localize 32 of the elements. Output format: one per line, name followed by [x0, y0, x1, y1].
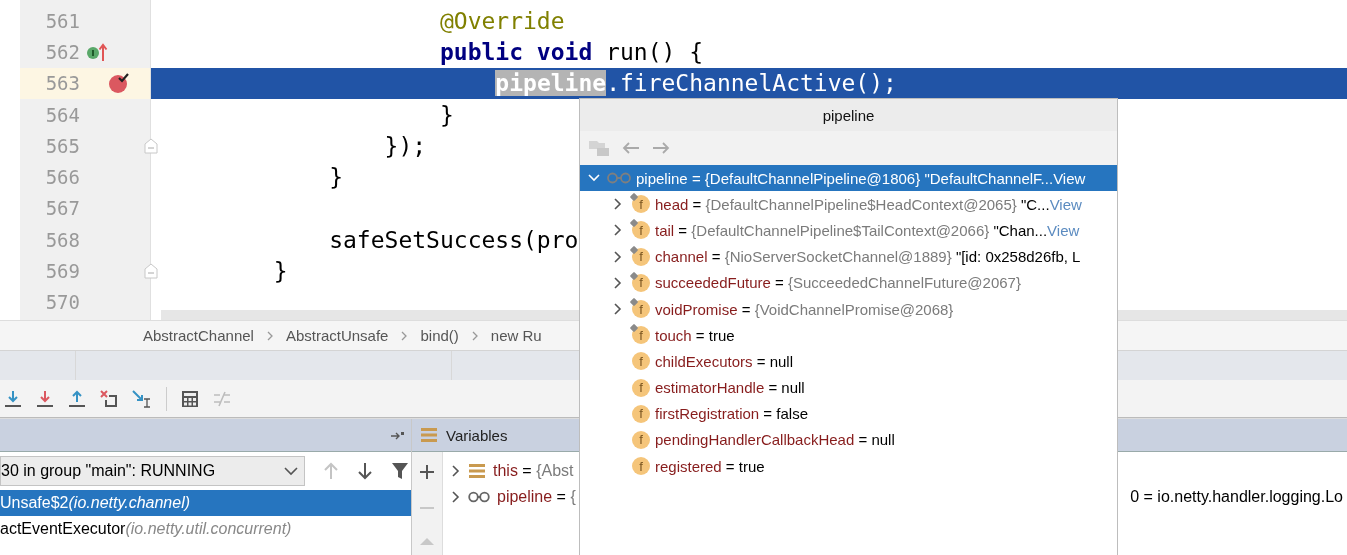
code-line: }: [272, 258, 288, 284]
field-icon: f: [632, 273, 650, 292]
field-icon: f: [632, 457, 650, 476]
code-line: safeSetSuccess(pro: [328, 226, 579, 253]
field-icon: f: [632, 430, 650, 449]
code-line: }: [328, 164, 343, 191]
field-icon: f: [632, 352, 650, 371]
line-number: 563: [44, 72, 80, 95]
code-line: pipeline.fireChannelActive();: [494, 70, 897, 97]
code-line: @Override: [438, 7, 565, 34]
line-number: 569: [44, 260, 80, 282]
line-number: 568: [44, 228, 80, 251]
field-icon: f: [632, 378, 650, 397]
panel-title: Variables: [446, 426, 508, 444]
field-icon: f: [632, 195, 650, 214]
line-number: 567: [44, 197, 80, 220]
variable-value: 0 = io.netty.handler.logging.Lo: [1130, 488, 1343, 506]
code-line: public void run() {: [438, 38, 704, 65]
field-icon: f: [632, 404, 650, 423]
code-line: });: [383, 132, 427, 159]
popup-title: pipeline: [822, 106, 875, 124]
line-number: 561: [44, 9, 80, 32]
field-icon: f: [632, 247, 650, 266]
code-line: }: [438, 101, 454, 128]
line-number: 562: [44, 40, 80, 63]
field-icon: f: [632, 221, 650, 240]
field-icon: f: [632, 300, 650, 319]
line-number: 565: [44, 134, 80, 157]
line-number: 570: [44, 291, 80, 314]
field-icon: f: [632, 326, 650, 345]
line-number: 564: [44, 103, 80, 126]
line-number: 566: [44, 166, 80, 189]
